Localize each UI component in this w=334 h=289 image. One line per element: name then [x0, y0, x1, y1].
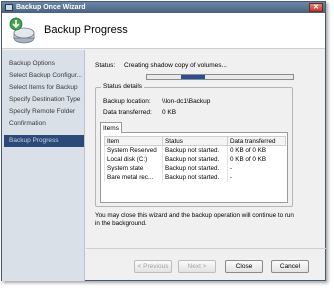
item-status: Backup not started. [162, 163, 228, 173]
column-header-data-transferred[interactable]: Data transferred [227, 136, 286, 146]
table-row[interactable]: System Reserved Backup not started. 0 KB… [104, 145, 286, 155]
sidebar-item-backup-progress[interactable]: Backup Progress [4, 135, 84, 147]
item-data-transferred: - [227, 163, 286, 173]
status-details-group: Status details Backup location: \\lon-dc… [95, 83, 293, 207]
footer-divider [86, 248, 326, 249]
data-transferred-value: 0 KB [162, 109, 177, 116]
backup-location-value: \\lon-dc1\Backup [162, 98, 211, 105]
items-table: Item Status Data transferred System Rese… [104, 136, 286, 182]
table-row[interactable]: Bare metal rec... Backup not started. - [104, 172, 286, 182]
wizard-header: Backup Progress [2, 13, 325, 49]
sidebar-item-select-backup-configuration[interactable]: Select Backup Configur... [4, 70, 84, 82]
next-button[interactable]: Next > [178, 260, 216, 273]
backup-location-row: Backup location: \\lon-dc1\Backup [103, 98, 210, 105]
wizard-content: Status: Creating shadow copy of volumes.… [86, 50, 326, 281]
item-name: Local disk (C:) [104, 154, 163, 164]
item-status: Backup not started. [162, 154, 228, 164]
item-name: Bare metal rec... [104, 172, 163, 182]
app-icon [5, 4, 13, 11]
item-data-transferred: 0 KB of 0 KB [227, 145, 286, 155]
backup-location-label: Backup location: [103, 98, 151, 105]
window-title: Backup Once Wizard [16, 4, 86, 11]
column-header-status[interactable]: Status [162, 136, 228, 146]
data-transferred-row: Data transferred: 0 KB [103, 109, 176, 116]
close-button[interactable]: Close [225, 260, 263, 273]
page-title: Backup Progress [44, 24, 128, 36]
item-name: System Reserved [104, 145, 163, 155]
data-transferred-label: Data transferred: [103, 109, 152, 116]
backup-disk-icon [9, 17, 35, 44]
tab-items[interactable]: Items [100, 122, 122, 133]
window-close-button[interactable]: ✕ [309, 3, 323, 12]
sidebar-item-specify-destination-type[interactable]: Specify Destination Type [4, 94, 84, 106]
table-header-row: Item Status Data transferred [104, 136, 286, 146]
sidebar-item-specify-remote-folder[interactable]: Specify Remote Folder [4, 106, 84, 118]
backup-progress-bar [146, 74, 294, 80]
sidebar-item-select-items-for-backup[interactable]: Select Items for Backup [4, 82, 84, 94]
status-details-legend: Status details [101, 83, 145, 90]
cancel-button[interactable]: Cancel [271, 260, 309, 273]
progress-bar-fill [181, 75, 205, 79]
items-tab-panel: Item Status Data transferred System Rese… [100, 132, 288, 203]
sidebar-item-confirmation[interactable]: Confirmation [4, 118, 84, 130]
wizard-steps-sidebar: Backup Options Select Backup Configur...… [2, 50, 85, 281]
previous-button[interactable]: < Previous [134, 260, 172, 273]
item-name: System state [104, 163, 163, 173]
status-value: Creating shadow copy of volumes... [124, 62, 227, 69]
status-label: Status: [95, 62, 116, 69]
item-status: Backup not started. [162, 145, 228, 155]
item-status: Backup not started. [162, 172, 228, 182]
wizard-window: Backup Once Wizard ✕ Backup Progress Bac… [1, 1, 326, 281]
title-bar[interactable]: Backup Once Wizard ✕ [2, 2, 325, 13]
sidebar-item-backup-options[interactable]: Backup Options [4, 58, 84, 70]
item-data-transferred: - [227, 172, 286, 182]
item-data-transferred: 0 KB of 0 KB [227, 154, 286, 164]
close-wizard-note: You may close this wizard and the backup… [95, 212, 294, 227]
table-row[interactable]: Local disk (C:) Backup not started. 0 KB… [104, 154, 286, 164]
column-header-item[interactable]: Item [104, 136, 163, 146]
table-row[interactable]: System state Backup not started. - [104, 163, 286, 173]
